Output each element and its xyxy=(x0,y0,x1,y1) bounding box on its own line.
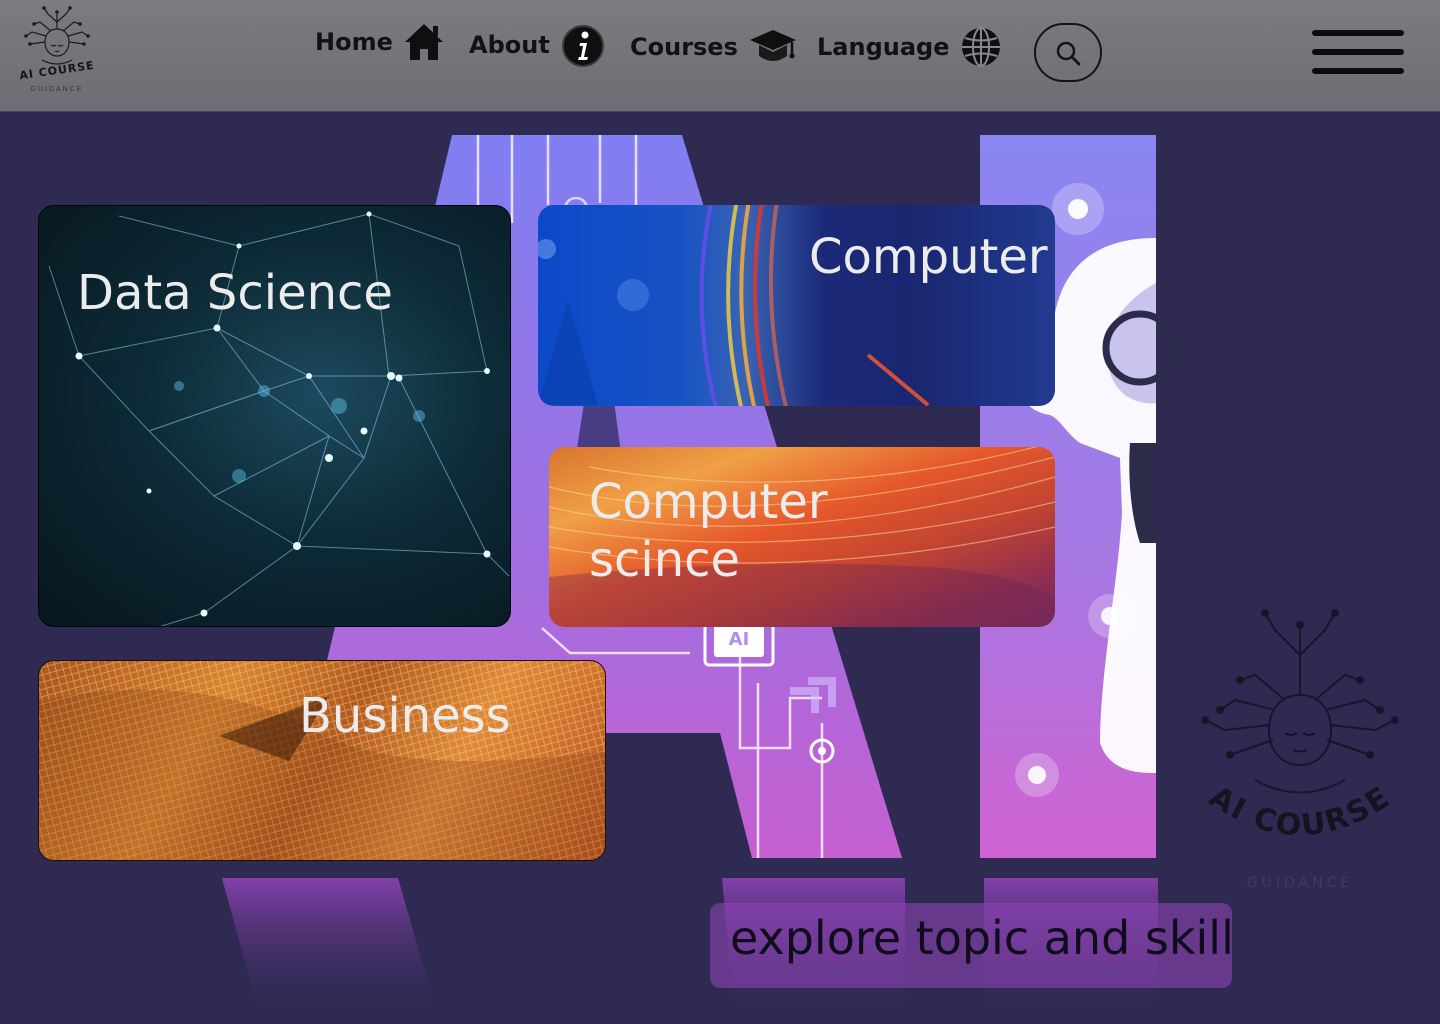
card-title-data-science: Data Science xyxy=(77,265,393,321)
card-title-business: Business xyxy=(299,688,511,744)
top-navigation-bar: AI COURSE GUIDANCE Home About Courses La… xyxy=(0,0,1440,112)
course-card-data-science[interactable]: Data Science xyxy=(38,205,511,627)
svg-text:AI COURSE: AI COURSE xyxy=(1203,779,1397,843)
card-title-computer-science: Computer scince xyxy=(589,473,828,589)
watermark-subtext: GUIDANCE xyxy=(1247,875,1353,890)
card-title-line-2: scince xyxy=(589,532,741,588)
nav-about-label: About xyxy=(469,31,550,59)
course-card-computer-science[interactable]: Computer scince xyxy=(549,447,1055,627)
course-card-business[interactable]: Business xyxy=(38,660,606,861)
home-icon xyxy=(404,24,443,60)
nav-language[interactable]: Language xyxy=(817,26,1002,68)
tagline-text: explore topic and skill xyxy=(730,911,1234,965)
watermark-wordmark: AI COURSE xyxy=(1203,779,1395,843)
card-title-computer: Computer xyxy=(809,229,1048,285)
hamburger-menu-button[interactable] xyxy=(1312,28,1404,76)
nav-courses-label: Courses xyxy=(630,33,738,61)
hamburger-line xyxy=(1312,49,1404,55)
logo-tagline: GUIDANCE xyxy=(30,86,84,93)
nav-language-label: Language xyxy=(817,33,950,61)
nav-home-label: Home xyxy=(315,28,393,56)
tagline-banner: explore topic and skill xyxy=(710,903,1234,988)
info-icon xyxy=(561,25,604,67)
globe-icon xyxy=(961,27,1000,67)
hamburger-line xyxy=(1312,30,1404,36)
nav-about[interactable]: About xyxy=(469,22,606,68)
nav-home[interactable]: Home xyxy=(315,22,445,62)
search-icon xyxy=(1056,41,1081,65)
course-card-computer[interactable]: Computer xyxy=(538,205,1055,406)
ai-course-watermark-logo: AI COURSE GUIDANCE xyxy=(1201,609,1399,890)
hero-background-text: AI xyxy=(685,785,695,796)
graduation-cap-icon xyxy=(749,30,796,61)
search-button[interactable] xyxy=(1034,23,1102,82)
card-title-line-1: Computer xyxy=(589,474,828,530)
nav-courses[interactable]: Courses xyxy=(630,26,798,68)
chip-label: AI xyxy=(729,629,750,650)
hamburger-line xyxy=(1312,68,1404,74)
